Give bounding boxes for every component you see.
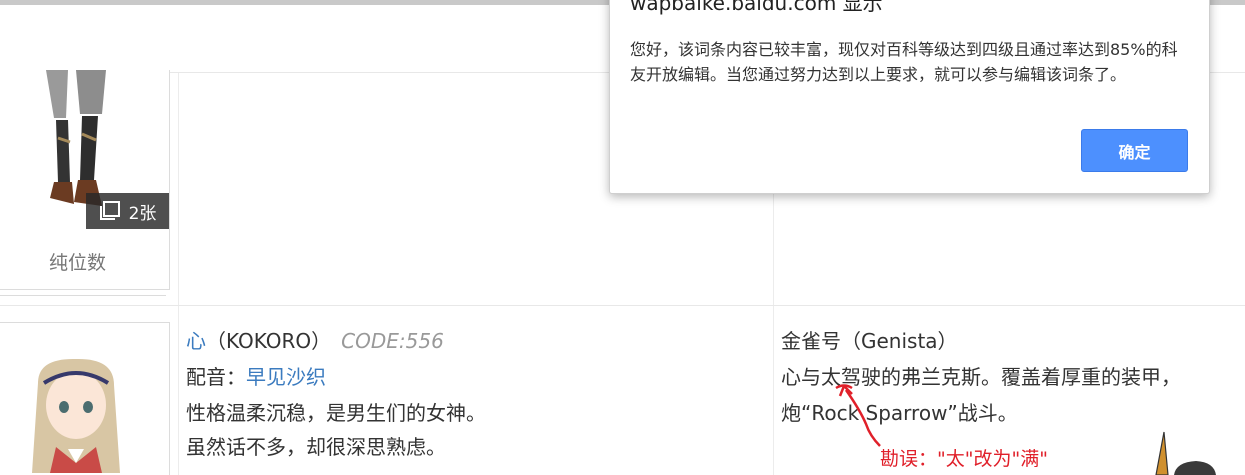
- voice-actor-line: 配音：早见沙织: [186, 361, 326, 390]
- image-count-badge[interactable]: 2张: [86, 193, 169, 229]
- character-portrait-kokoro: [32, 358, 120, 473]
- voice-actor-link[interactable]: 早见沙织: [246, 365, 326, 389]
- character-name-en: KOKORO: [226, 329, 312, 353]
- dialog-title: wapbaike.baidu.com 显示: [630, 0, 883, 15]
- row-divider: [0, 305, 1245, 306]
- image-count-label: 2张: [128, 203, 157, 224]
- mecha-name: 金雀号（Genista）: [781, 329, 958, 353]
- paren-close: ）: [311, 329, 332, 353]
- character-thumbnail-card[interactable]: [0, 322, 170, 475]
- alert-dialog: wapbaike.baidu.com 显示 您好，该词条内容已较丰富，现仅对百科…: [609, 0, 1210, 194]
- correction-annotation: 勘误："太"改为"满": [880, 448, 1048, 470]
- character-description-line: 虽然话不多，却很深思熟虑。: [186, 435, 446, 459]
- character-name-link[interactable]: 心: [186, 329, 206, 353]
- column-separator: [178, 73, 179, 475]
- character-description-line: 性格温柔沉稳，是男生们的女神。: [186, 401, 486, 425]
- gallery-icon: [99, 201, 120, 220]
- ok-button[interactable]: 确定: [1081, 129, 1188, 172]
- voice-actor-label: 配音：: [186, 365, 246, 389]
- mecha-illustration-partial: [1155, 431, 1216, 475]
- paren-open: （: [206, 329, 226, 353]
- card-shadow-line: [0, 295, 166, 296]
- character-name: 心（KOKORO） CODE:556: [186, 325, 444, 354]
- dialog-message: 您好，该词条内容已较丰富，现仅对百科等级达到四级且通过率达到85%的科友开放编辑…: [630, 40, 1178, 84]
- thumbnail-caption: 纯位数: [48, 252, 106, 274]
- character-code: CODE:556: [341, 329, 444, 353]
